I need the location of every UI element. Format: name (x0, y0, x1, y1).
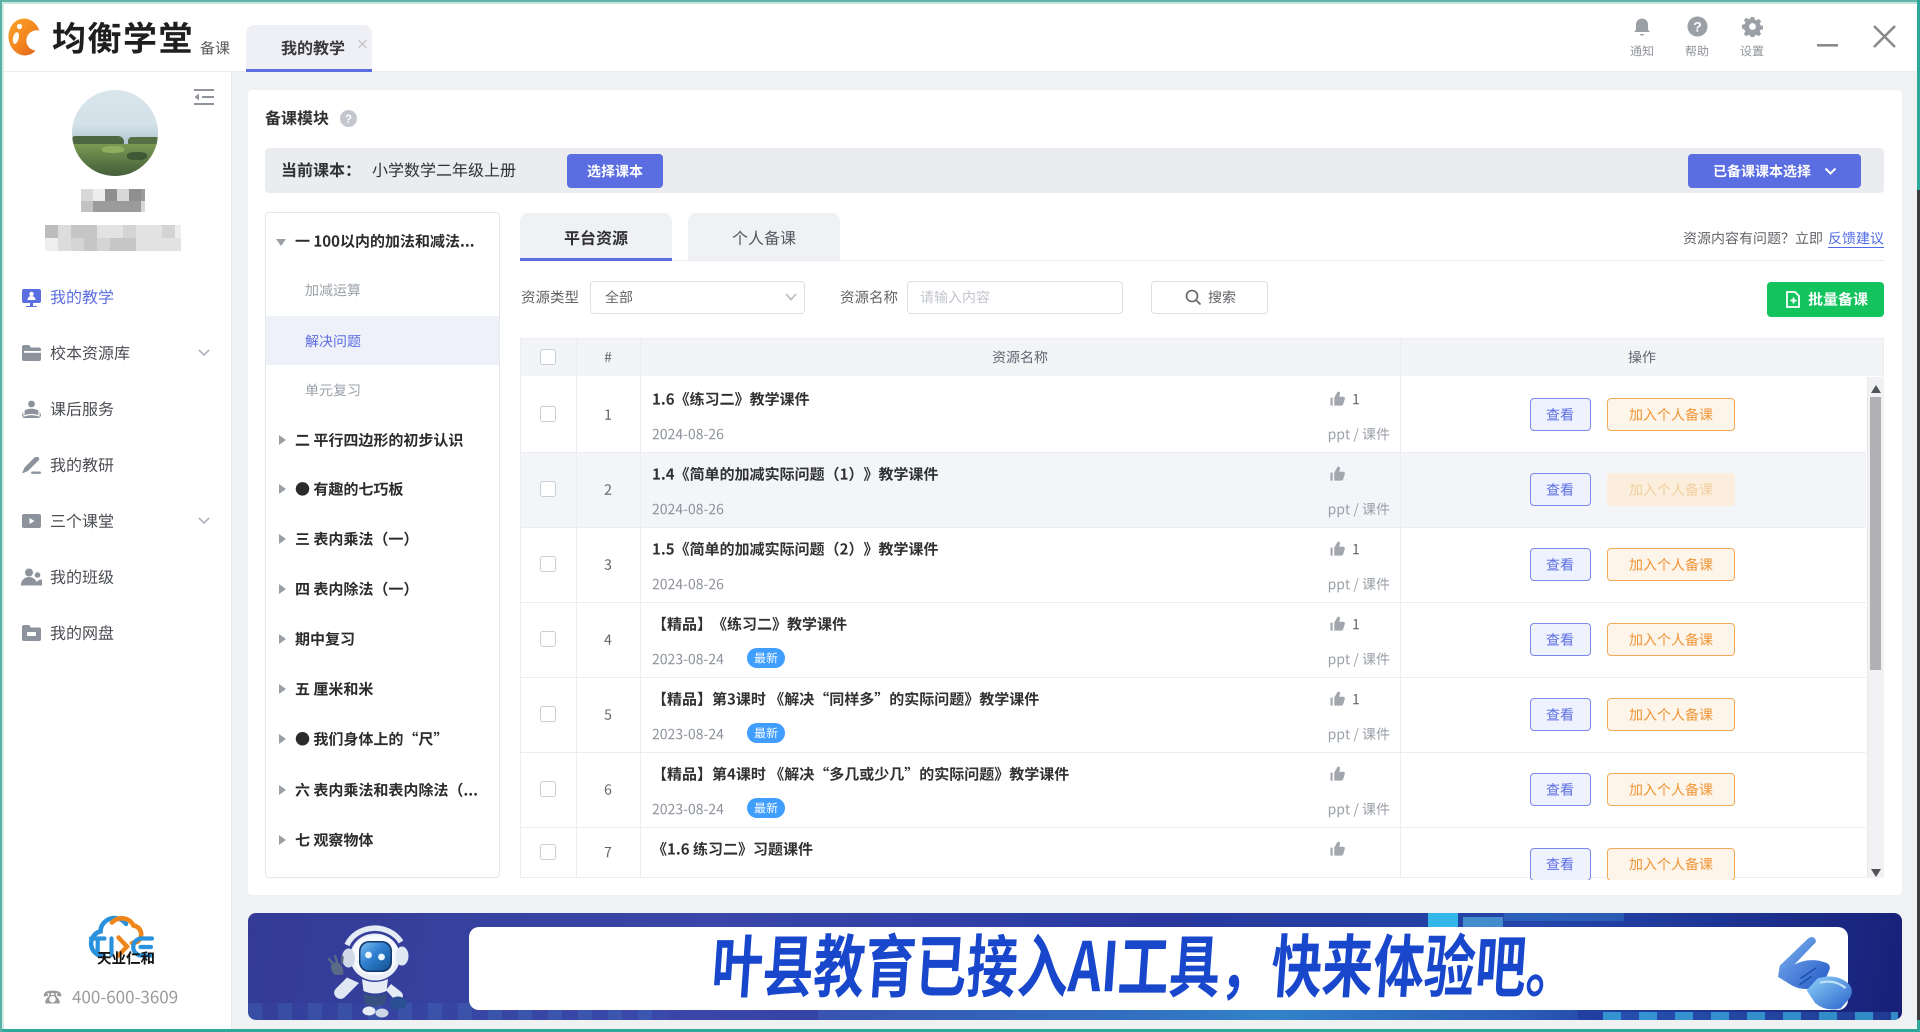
svg-text:?: ? (1693, 18, 1702, 34)
svg-text:?: ? (345, 114, 352, 126)
